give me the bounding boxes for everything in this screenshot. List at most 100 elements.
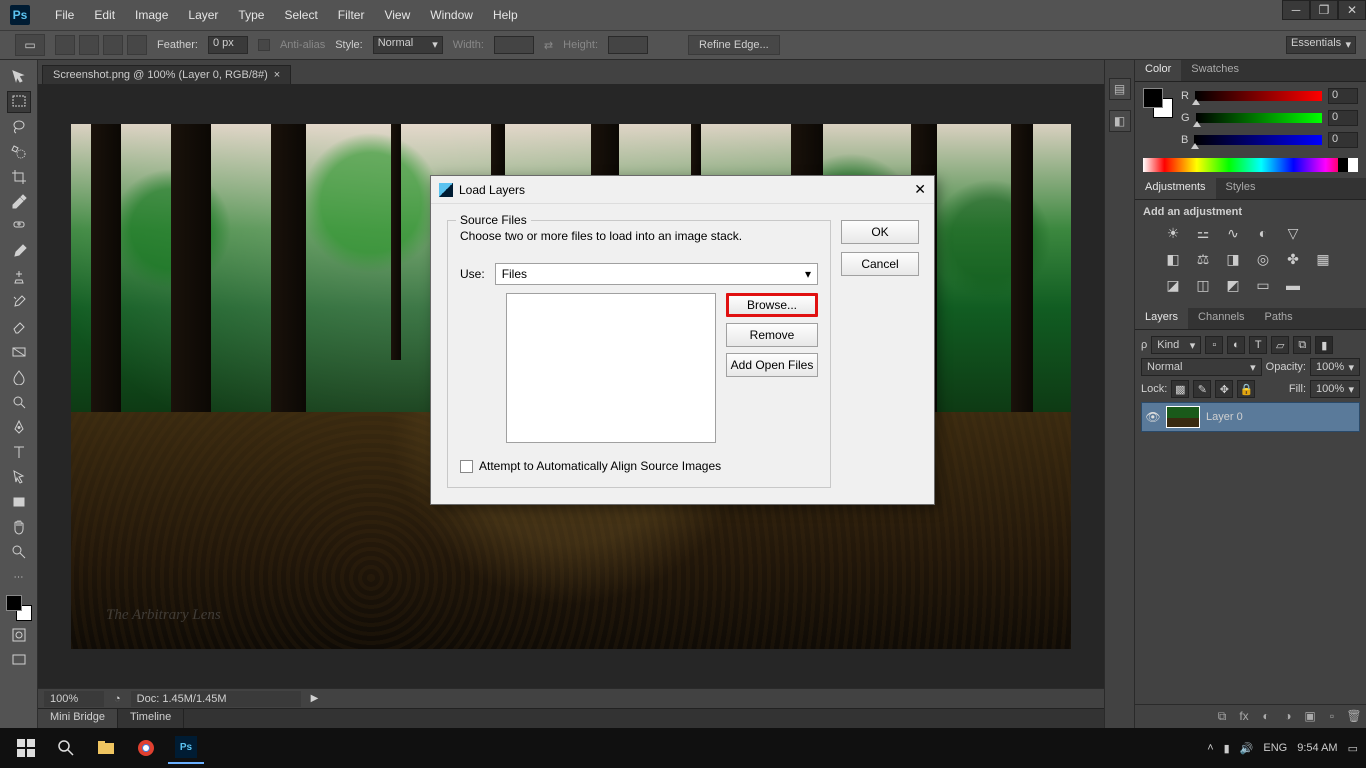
tab-color[interactable]: Color (1135, 60, 1181, 81)
brush-tool[interactable] (7, 241, 31, 263)
adj-mixer-icon[interactable]: ✤ (1283, 250, 1303, 268)
opacity-input[interactable]: 100% (1310, 358, 1360, 376)
adj-threshold-icon[interactable]: ◩ (1223, 276, 1243, 294)
r-value[interactable]: 0 (1328, 88, 1358, 104)
lock-pixels-icon[interactable]: ✎ (1193, 380, 1211, 398)
selection-new[interactable] (55, 35, 75, 55)
tab-channels[interactable]: Channels (1188, 308, 1254, 329)
adj-brightness-icon[interactable]: ☀ (1163, 224, 1183, 242)
filter-adjust-icon[interactable]: ◐ (1227, 336, 1245, 354)
task-search-icon[interactable] (48, 732, 84, 764)
dodge-tool[interactable] (7, 391, 31, 413)
g-slider[interactable] (1196, 113, 1322, 123)
dialog-close-icon[interactable]: ✕ (914, 181, 926, 198)
adj-curves-icon[interactable]: ∿ (1223, 224, 1243, 242)
layer-fx-icon[interactable]: fx (1236, 709, 1252, 724)
layer-mask-icon[interactable]: ◐ (1258, 709, 1274, 724)
color-swatches[interactable] (1143, 88, 1173, 118)
new-group-icon[interactable]: ▣ (1302, 709, 1318, 724)
feather-input[interactable]: 0 px (208, 36, 248, 54)
selection-subtract[interactable] (103, 35, 123, 55)
adj-photo-filter-icon[interactable]: ◎ (1253, 250, 1273, 268)
eraser-tool[interactable] (7, 316, 31, 338)
start-button[interactable] (8, 732, 44, 764)
tray-notifications-icon[interactable]: ▭ (1348, 742, 1358, 755)
adj-vibrance-icon[interactable]: ▽ (1283, 224, 1303, 242)
crop-tool[interactable] (7, 166, 31, 188)
status-zoom[interactable]: 100% (44, 691, 104, 707)
clone-stamp-tool[interactable] (7, 266, 31, 288)
new-fill-icon[interactable]: ◑ (1280, 709, 1296, 724)
zoom-tool[interactable] (7, 541, 31, 563)
selection-intersect[interactable] (127, 35, 147, 55)
menu-layer[interactable]: Layer (178, 8, 228, 22)
menu-file[interactable]: File (45, 8, 84, 22)
fill-input[interactable]: 100% (1310, 380, 1360, 398)
marquee-tool[interactable] (7, 91, 31, 113)
filter-smart-icon[interactable]: ⧉ (1293, 336, 1311, 354)
adj-bw-icon[interactable]: ◨ (1223, 250, 1243, 268)
toolbox-more[interactable]: ⋯ (7, 566, 31, 588)
quick-mask[interactable] (7, 624, 31, 646)
remove-button[interactable]: Remove (726, 323, 818, 347)
status-docinfo[interactable]: Doc: 1.45M/1.45M (131, 691, 301, 707)
use-select[interactable]: Files (495, 263, 818, 285)
filter-shape-icon[interactable]: ▱ (1271, 336, 1289, 354)
task-chrome-icon[interactable] (128, 732, 164, 764)
browse-button[interactable]: Browse... (726, 293, 818, 317)
healing-brush-tool[interactable] (7, 216, 31, 238)
selection-add[interactable] (79, 35, 99, 55)
menu-help[interactable]: Help (483, 8, 528, 22)
tab-paths[interactable]: Paths (1255, 308, 1303, 329)
tray-network-icon[interactable]: ▮ (1224, 742, 1230, 755)
adj-hue-icon[interactable]: ◧ (1163, 250, 1183, 268)
b-value[interactable]: 0 (1328, 132, 1358, 148)
status-menu-arrow[interactable]: ▶ (311, 693, 319, 704)
path-select-tool[interactable] (7, 466, 31, 488)
menu-view[interactable]: View (374, 8, 420, 22)
lock-all-icon[interactable]: 🔒 (1237, 380, 1255, 398)
adj-levels-icon[interactable]: ⚍ (1193, 224, 1213, 242)
task-explorer-icon[interactable] (88, 732, 124, 764)
filter-type-icon[interactable]: T (1249, 336, 1267, 354)
history-panel-icon[interactable]: ▤ (1109, 78, 1131, 100)
add-open-files-button[interactable]: Add Open Files (726, 353, 818, 377)
menu-window[interactable]: Window (420, 8, 483, 22)
style-select[interactable]: Normal (373, 36, 443, 54)
layer-visibility-icon[interactable]: 👁 (1146, 410, 1160, 424)
window-close[interactable]: ✕ (1338, 0, 1366, 20)
window-restore[interactable]: ❐ (1310, 0, 1338, 20)
task-photoshop-icon[interactable]: Ps (168, 732, 204, 764)
pen-tool[interactable] (7, 416, 31, 438)
rectangle-tool[interactable] (7, 491, 31, 513)
lock-transparent-icon[interactable]: ▩ (1171, 380, 1189, 398)
b-slider[interactable] (1194, 135, 1322, 145)
r-slider[interactable] (1195, 91, 1322, 101)
adj-lut-icon[interactable]: ▦ (1313, 250, 1333, 268)
tab-adjustments[interactable]: Adjustments (1135, 178, 1216, 199)
tab-swatches[interactable]: Swatches (1181, 60, 1249, 81)
tab-mini-bridge[interactable]: Mini Bridge (38, 709, 118, 728)
ok-button[interactable]: OK (841, 220, 919, 244)
layer-item-0[interactable]: 👁 Layer 0 (1141, 402, 1360, 432)
filter-kind-select[interactable]: Kind (1151, 336, 1201, 354)
lock-position-icon[interactable]: ✥ (1215, 380, 1233, 398)
refine-edge-button[interactable]: Refine Edge... (688, 35, 780, 55)
lasso-tool[interactable] (7, 116, 31, 138)
tray-language[interactable]: ENG (1263, 742, 1287, 754)
filter-pixel-icon[interactable]: ▫ (1205, 336, 1223, 354)
tool-preset-icon[interactable]: ▭ (15, 34, 45, 56)
link-layers-icon[interactable]: ⧉ (1214, 709, 1230, 724)
tray-clock[interactable]: 9:54 AM (1297, 742, 1337, 754)
screen-mode[interactable] (7, 649, 31, 671)
eyedropper-tool[interactable] (7, 191, 31, 213)
delete-layer-icon[interactable]: 🗑 (1346, 709, 1362, 724)
files-listbox[interactable] (506, 293, 716, 443)
workspace-select[interactable]: Essentials (1286, 36, 1356, 54)
document-tab[interactable]: Screenshot.png @ 100% (Layer 0, RGB/8#) … (42, 65, 291, 84)
move-tool[interactable] (7, 66, 31, 88)
menu-type[interactable]: Type (228, 8, 274, 22)
tray-expand-icon[interactable]: ˄ (1207, 742, 1213, 754)
color-spectrum[interactable] (1143, 158, 1358, 172)
menu-filter[interactable]: Filter (328, 8, 375, 22)
